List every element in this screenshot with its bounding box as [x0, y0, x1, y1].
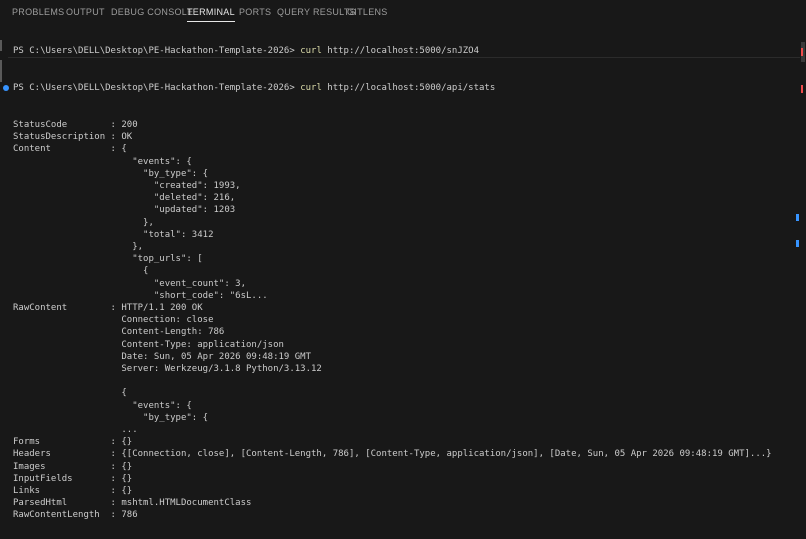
output-line: "created": 1993,	[13, 181, 241, 191]
output-line: "top_urls": [	[13, 254, 203, 265]
scrollbar-match-marker	[796, 240, 799, 247]
output-line: Headers : {[Connection, close], [Content…	[13, 449, 772, 460]
command-gutter-marker	[0, 40, 2, 51]
output-line: "deleted": 216,	[13, 193, 236, 204]
output-line: "events": {	[13, 156, 192, 167]
output-line: },	[13, 242, 144, 252]
output-line: },	[13, 217, 154, 228]
output-line: Content : {	[13, 144, 127, 155]
output-line: Connection: close	[13, 315, 214, 326]
prompt-text: PS C:\Users\DELL\Desktop\PE-Hackathon-Te…	[13, 83, 301, 93]
output-line: "total": 3412	[13, 229, 214, 240]
output-line: Images : {}	[13, 461, 133, 472]
error-decoration-marker	[801, 85, 803, 93]
terminal-output[interactable]: PS C:\Users\DELL\Desktop\PE-Hackathon-Te…	[0, 24, 806, 539]
output-line: Links : {}	[13, 486, 133, 496]
output-line: StatusCode : 200	[13, 120, 138, 130]
scrollbar-match-marker	[796, 214, 799, 221]
output-line: "updated": 1203	[13, 205, 236, 216]
command-name: curl	[300, 83, 322, 93]
command-name: curl	[300, 46, 322, 56]
output-line: "short_code": "6sL...	[13, 290, 268, 301]
panel-tab-bar: PROBLEMS OUTPUT DEBUG CONSOLE TERMINAL P…	[0, 0, 806, 24]
output-line: "by_type": {	[13, 168, 209, 179]
tab-debug-console[interactable]: DEBUG CONSOLE	[111, 7, 193, 17]
output-line: Server: Werkzeug/3.1.8 Python/3.13.12	[13, 364, 322, 374]
output-line: "event_count": 3,	[13, 278, 246, 289]
output-line: "events": {	[13, 400, 192, 411]
command-argument: http://localhost:5000/api/stats	[321, 83, 496, 93]
prompt-text: PS C:\Users\DELL\Desktop\PE-Hackathon-Te…	[13, 46, 301, 56]
output-line: Date: Sun, 05 Apr 2026 09:48:19 GMT	[13, 351, 312, 362]
command-argument: http://localhost:5000/snJZO4	[321, 46, 480, 56]
tab-query-results[interactable]: QUERY RESULTS	[277, 7, 356, 17]
tab-terminal[interactable]: TERMINAL	[187, 7, 235, 22]
output-line: Forms : {}	[13, 437, 133, 448]
tab-output[interactable]: OUTPUT	[66, 7, 105, 17]
output-line: ParsedHtml : mshtml.HTMLDocumentClass	[13, 498, 252, 509]
output-line: "by_type": {	[13, 412, 209, 423]
output-line: RawContentLength : 786	[13, 510, 138, 521]
error-decoration-marker	[801, 48, 803, 56]
command-status-dot[interactable]	[3, 85, 9, 91]
output-line: Content-Length: 786	[13, 327, 225, 338]
output-line: {	[13, 266, 149, 277]
output-line: StatusDescription : OK	[13, 132, 133, 143]
terminal-panel: PROBLEMS OUTPUT DEBUG CONSOLE TERMINAL P…	[0, 0, 806, 539]
output-line: ...	[13, 425, 138, 435]
command-separator	[8, 57, 800, 58]
command-line-1: PS C:\Users\DELL\Desktop\PE-Hackathon-Te…	[13, 45, 479, 57]
tab-problems[interactable]: PROBLEMS	[12, 7, 64, 17]
output-line: Content-Type: application/json	[13, 339, 284, 350]
tab-gitlens[interactable]: GITLENS	[347, 7, 388, 17]
command-gutter-marker	[0, 60, 2, 82]
tab-ports[interactable]: PORTS	[239, 7, 271, 17]
output-line: {	[13, 388, 127, 399]
output-line: InputFields : {}	[13, 473, 133, 484]
command-line-2: PS C:\Users\DELL\Desktop\PE-Hackathon-Te…	[13, 82, 495, 94]
output-line: RawContent : HTTP/1.1 200 OK	[13, 303, 203, 313]
